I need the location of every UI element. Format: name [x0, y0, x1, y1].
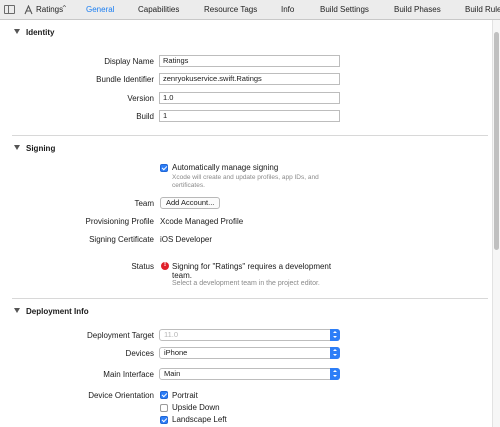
orientation-portrait-checkbox[interactable] [160, 391, 168, 399]
main-interface-value: Main [164, 369, 181, 378]
orientation-upside-down-label: Upside Down [172, 403, 220, 412]
status-label: Status [131, 262, 154, 271]
tab-general[interactable]: General [86, 5, 114, 14]
status-message: Signing for "Ratings" requires a develop… [172, 262, 332, 271]
disclosure-triangle-icon[interactable] [14, 145, 20, 150]
display-name-label: Display Name [104, 57, 154, 66]
build-label: Build [136, 112, 154, 121]
status-hint: Select a development team in the project… [172, 280, 320, 287]
add-account-button[interactable]: Add Account... [160, 197, 221, 209]
tab-info[interactable]: Info [281, 5, 294, 14]
device-orientation-label: Device Orientation [88, 391, 154, 400]
provisioning-profile-value: Xcode Managed Profile [160, 217, 244, 226]
main-interface-label: Main Interface [103, 370, 154, 379]
build-field[interactable]: 1 [159, 110, 340, 122]
identity-section-header[interactable]: Identity [0, 26, 490, 40]
deployment-target-label: Deployment Target [87, 331, 154, 340]
display-name-field[interactable]: Ratings [159, 55, 340, 67]
disclosure-triangle-icon[interactable] [14, 308, 20, 313]
team-label: Team [134, 199, 154, 208]
orientation-landscape-left-checkbox[interactable] [160, 416, 168, 424]
section-title: Signing [26, 144, 56, 153]
bundle-id-field[interactable]: zenryokuservice.swift.Ratings [159, 73, 340, 85]
tab-capabilities[interactable]: Capabilities [138, 5, 179, 14]
orientation-upside-down-checkbox[interactable] [160, 404, 168, 412]
section-title: Identity [26, 28, 55, 37]
signing-certificate-value: iOS Developer [160, 235, 213, 244]
section-title: Deployment Info [26, 307, 89, 316]
editor-tab-bar: Ratings ⌃ General Capabilities Resource … [0, 0, 500, 20]
deployment-target-select[interactable]: 11.0 [159, 329, 340, 341]
provisioning-profile-label: Provisioning Profile [85, 217, 154, 226]
section-divider [12, 298, 488, 299]
popup-arrows-icon[interactable] [330, 347, 340, 359]
devices-label: Devices [125, 349, 154, 358]
error-icon [161, 261, 169, 270]
version-label: Version [127, 94, 154, 103]
popup-arrows-icon[interactable] [330, 368, 340, 380]
signing-certificate-label: Signing Certificate [89, 235, 154, 244]
status-message: team. [172, 271, 193, 280]
vertical-scrollbar[interactable] [492, 20, 500, 427]
auto-manage-hint: certificates. [172, 182, 205, 189]
popup-arrows-icon[interactable] [330, 329, 340, 341]
sidebar-toggle-icon[interactable] [4, 5, 15, 14]
section-divider [12, 135, 488, 136]
devices-select[interactable]: iPhone [159, 347, 340, 359]
main-interface-combo[interactable]: Main [159, 368, 340, 380]
chevron-updown-icon[interactable]: ⌃ [61, 4, 68, 13]
app-target-icon [24, 5, 33, 15]
tab-build-settings[interactable]: Build Settings [320, 5, 369, 14]
orientation-portrait-label: Portrait [172, 391, 198, 400]
tab-build-phases[interactable]: Build Phases [394, 5, 441, 14]
version-field[interactable]: 1.0 [159, 92, 340, 104]
deployment-section-header[interactable]: Deployment Info [0, 305, 490, 319]
deployment-target-value: 11.0 [164, 330, 179, 339]
bundle-id-label: Bundle Identifier [96, 75, 154, 84]
disclosure-triangle-icon[interactable] [14, 29, 20, 34]
auto-manage-hint: Xcode will create and update profiles, a… [172, 174, 319, 181]
auto-manage-signing-checkbox[interactable] [160, 164, 168, 172]
scrollbar-thumb[interactable] [494, 32, 499, 250]
target-selector[interactable]: Ratings [36, 5, 63, 14]
tab-resource-tags[interactable]: Resource Tags [204, 5, 257, 14]
orientation-landscape-left-label: Landscape Left [172, 415, 227, 424]
auto-manage-signing-label: Automatically manage signing [172, 163, 279, 172]
tab-build-rules[interactable]: Build Rule [465, 5, 500, 14]
signing-section-header[interactable]: Signing [0, 142, 490, 156]
devices-value: iPhone [164, 348, 188, 357]
